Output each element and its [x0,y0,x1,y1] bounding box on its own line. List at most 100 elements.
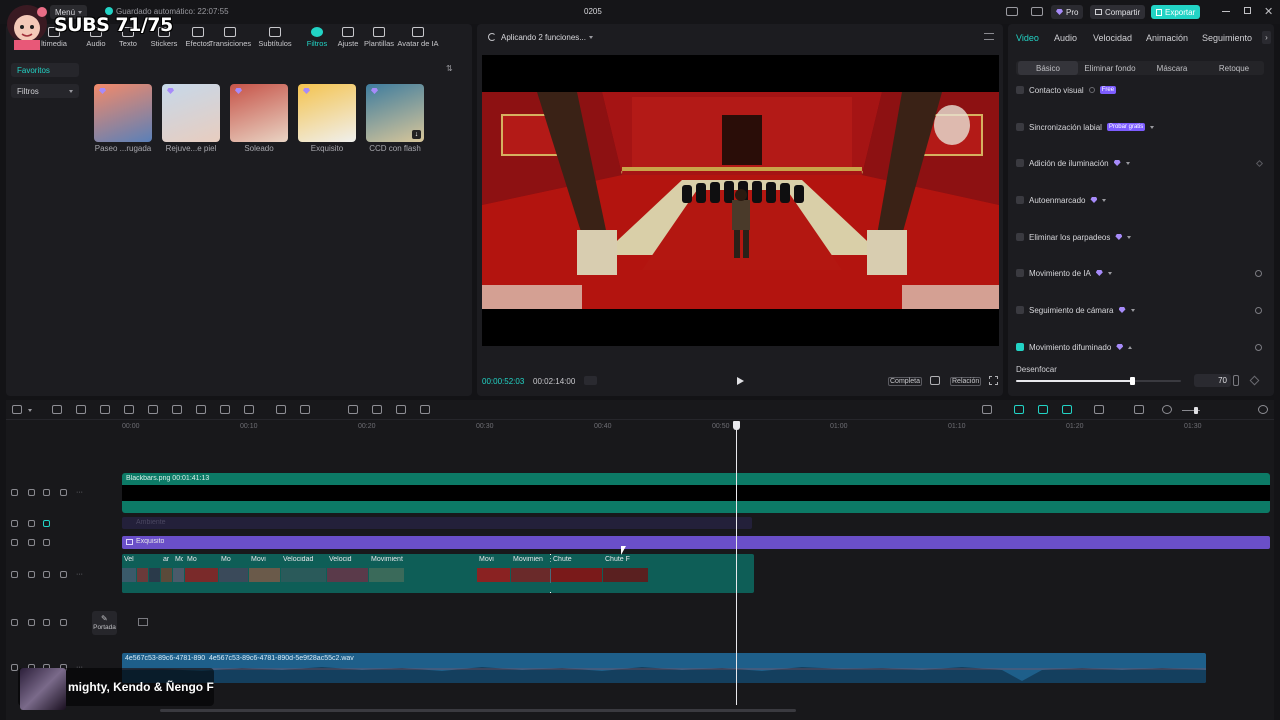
reset-icon[interactable] [1255,306,1262,314]
track-type-icon[interactable] [11,520,18,527]
video-clip[interactable]: Mo [219,554,248,593]
subtab-remove-bg[interactable]: Eliminar fondo [1080,61,1140,75]
full-quality-button[interactable]: Completa [888,377,922,386]
pro-button[interactable]: Pro [1051,5,1084,19]
player-menu-icon[interactable] [984,33,994,40]
filter-thumbnail[interactable] [298,84,356,142]
split-icon[interactable] [100,405,110,414]
checkbox[interactable] [1016,269,1024,277]
ratio-button[interactable]: Relación [950,377,982,386]
subtab-retouch[interactable]: Retoque [1204,61,1264,75]
audio-clip[interactable]: 4e567c53-89c6-4781-890 4e567c53-89c6-478… [122,653,1206,683]
sort-icon[interactable]: ⇅ [446,64,453,73]
player-status[interactable]: Aplicando 2 funciones... [501,33,593,42]
property-row[interactable]: Adición de iluminación [1016,156,1268,170]
info-icon[interactable] [1088,87,1095,93]
effect-clip[interactable]: Exquisito [122,536,1270,549]
zoom-in-icon[interactable] [1258,405,1268,414]
video-clip[interactable]: Movimiento difumi [369,554,404,593]
split-right-icon[interactable] [148,405,158,414]
audio-icon[interactable] [60,571,67,578]
video-clip[interactable]: Mov [173,554,184,593]
video-clip[interactable]: Vel [122,554,136,593]
video-clip[interactable]: Mo [185,554,218,593]
track-type-icon[interactable] [11,539,18,546]
lock-icon[interactable] [28,489,35,496]
reset-icon[interactable] [1255,269,1262,277]
caption-icon[interactable] [1134,405,1144,414]
video-preview[interactable] [482,55,999,346]
eye-icon[interactable] [43,489,50,496]
audio-icon[interactable] [60,619,67,626]
captions-icon[interactable] [276,405,286,414]
timeline-scrollbar[interactable] [160,709,796,712]
tab-animación[interactable]: Animación [1146,33,1188,43]
video-clip[interactable]: Movi [249,554,280,593]
filter-thumbnail[interactable] [230,84,288,142]
fullscreen-icon[interactable] [989,376,998,385]
property-row[interactable]: Sincronización labial Probar gratis [1016,120,1268,134]
chevron-down-icon[interactable] [1150,125,1155,129]
mirror-icon[interactable] [300,405,310,414]
toolbar-item-subtitles[interactable]: Subtítulos [257,27,293,48]
split-left-icon[interactable] [124,405,134,414]
checkbox[interactable] [1016,343,1024,351]
magic-icon[interactable] [348,405,358,414]
video-clip[interactable]: Velocid [327,554,368,593]
property-row[interactable]: Contacto visual Free [1016,83,1268,97]
lock-icon[interactable] [28,619,35,626]
audio-icon[interactable] [60,489,67,496]
eye-icon[interactable] [43,539,50,546]
freeze-icon[interactable] [244,405,254,414]
eye-icon[interactable] [43,571,50,578]
video-clip[interactable]: Chute [551,554,602,593]
shield-icon[interactable] [196,405,206,414]
sidebar-item-filters[interactable]: Filtros [11,84,79,98]
eye-icon[interactable] [43,619,50,626]
property-row[interactable]: Seguimiento de cámara [1016,303,1268,317]
more-icon[interactable]: ··· [76,571,86,578]
chevron-down-icon[interactable] [1102,198,1107,202]
layout-icon[interactable] [1006,7,1018,16]
shortcuts-icon[interactable] [1031,7,1043,16]
tab-video[interactable]: Video [1016,33,1039,43]
blur-slider-handle[interactable] [1129,377,1135,385]
checkbox[interactable] [1016,123,1024,131]
tab-seguimiento[interactable]: Seguimiento [1202,33,1252,43]
video-clip[interactable]: Velocidad [281,554,326,593]
lock-icon[interactable] [28,539,35,546]
filter-thumbnail[interactable]: ↓ [366,84,424,142]
subtab-basic[interactable]: Básico [1018,61,1078,75]
ai-icon[interactable] [420,405,430,414]
lock-icon[interactable] [28,520,35,527]
track-type-icon[interactable] [11,571,18,578]
microphone-icon[interactable] [982,405,992,414]
blur-slider-track[interactable] [1016,377,1181,385]
property-row[interactable]: Movimiento difuminado [1016,340,1268,354]
chevron-down-icon[interactable] [1130,308,1135,312]
toolbar-item-templates[interactable]: Plantillas [361,27,397,48]
zoom-slider-handle[interactable] [1194,407,1198,414]
eye-icon[interactable] [43,520,50,527]
video-clip[interactable]: Movimien [511,554,550,593]
share-button[interactable]: Compartir [1090,5,1146,19]
reset-icon[interactable] [1255,343,1262,351]
checkbox[interactable] [1016,306,1024,314]
checkbox[interactable] [1016,196,1024,204]
more-icon[interactable]: ··· [76,489,86,496]
timecode-format-icon[interactable] [584,376,597,385]
property-row[interactable]: Eliminar los parpadeos [1016,230,1268,244]
video-clip[interactable] [149,554,160,593]
redo-icon[interactable] [76,405,86,414]
sidebar-item-favorites[interactable]: Favoritos [11,63,79,77]
magnet-icon[interactable] [1038,405,1048,414]
property-row[interactable]: Autoenmarcado [1016,193,1268,207]
blur-value-input[interactable]: 70 [1194,374,1231,387]
cover-button[interactable]: ✎ Portada [92,611,117,635]
tab-velocidad[interactable]: Velocidad [1093,33,1132,43]
screenshot-icon[interactable] [930,376,940,385]
snap-icon[interactable] [1062,405,1072,414]
checkbox[interactable] [1016,86,1024,94]
select-tool-icon[interactable] [12,405,22,414]
link-icon[interactable] [1014,405,1024,414]
